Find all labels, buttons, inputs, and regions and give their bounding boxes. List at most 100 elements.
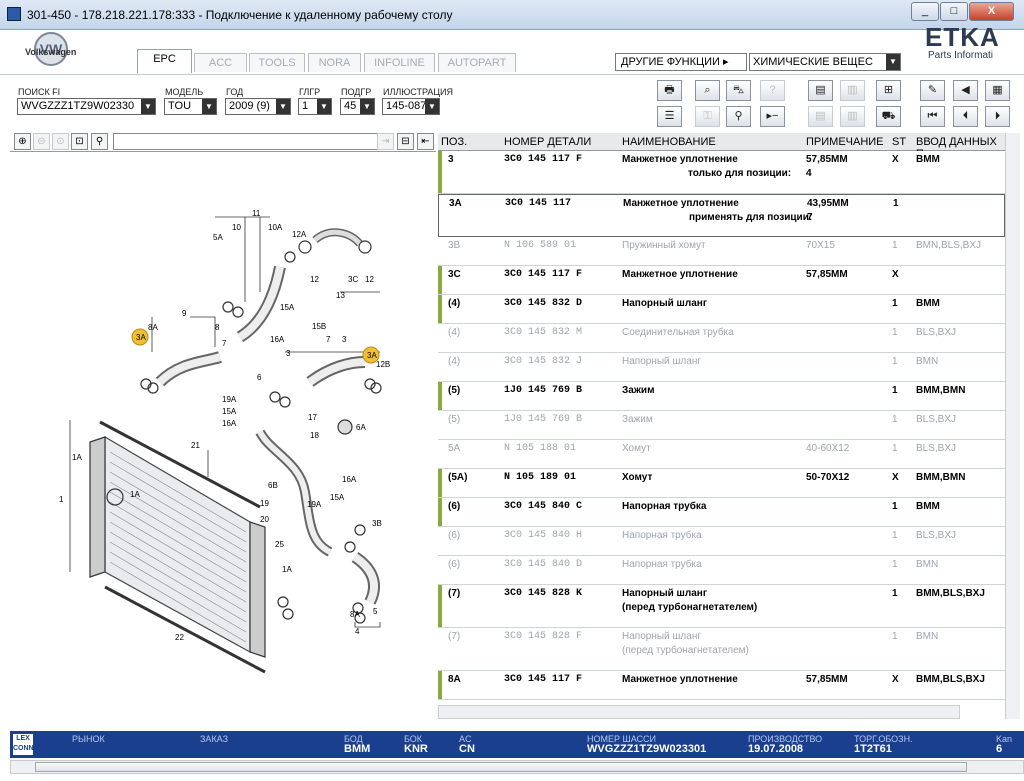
diagram-label[interactable]: 4 [355,627,360,636]
diagram-label[interactable]: 9 [182,309,187,318]
maximize-button[interactable]: □ [940,2,968,21]
other-functions-button[interactable]: ДРУГИЕ ФУНКЦИИ ▸ [615,53,747,71]
diagram-callout[interactable]: 3A [136,333,146,342]
tab-autopart[interactable]: AUTOPART [438,53,516,72]
diagram-label[interactable]: 18 [310,431,319,440]
table-row[interactable]: 8A 3C0 145 117 F Манжетное уплотнение 57,85… [438,671,1005,700]
table-row[interactable]: (5) 1J0 145 769 B Зажим 1 BMM,BMN [438,382,1005,411]
illustration-select[interactable]: 145-087 ▼ [382,98,440,115]
diagram-label[interactable]: 3C [348,275,358,284]
table-row[interactable]: (6) 3C0 145 840 C Напорная трубка 1 BMM [438,498,1005,527]
diagram-label[interactable]: 8A [350,610,360,619]
year-select[interactable]: 2009 (9) ▼ [225,98,291,115]
pin-icon[interactable]: ✎ [920,80,945,101]
diagram-label[interactable]: 6B [268,481,278,490]
col-st[interactable]: ST [892,136,906,148]
diagram-label[interactable]: 1A [282,565,292,574]
car-icon[interactable]: ⛍ [726,80,751,101]
back-icon[interactable]: ◀ [953,80,978,101]
diagram-label[interactable]: 11 [252,209,261,218]
table-row[interactable]: (6) 3C0 145 840 D Напорная трубка 1 BMN [438,556,1005,585]
diagram-pane[interactable]: 3A 3A 11 10 10A 12A 5A 12 3C 12 13 9 8 8… [10,151,436,731]
diagram-label[interactable]: 3 [342,335,347,344]
diagram-label[interactable]: 19 [260,499,269,508]
diagram-label[interactable]: 7 [222,339,227,348]
col-name[interactable]: НАИМЕНОВАНИЕ [622,136,716,148]
search-fi-select[interactable]: WVGZZZ1TZ9W02330 ▼ [17,98,156,115]
chevron-down-icon[interactable]: ▼ [360,99,374,114]
diagram-label[interactable]: 8A [148,323,158,332]
pane-left-icon[interactable]: ⇥ [377,133,394,150]
table-row[interactable]: (6) 3C0 145 840 H Напорная трубка 1 BLS,BXJ [438,527,1005,556]
help-icon[interactable]: ? [760,80,785,101]
prev-icon[interactable]: ⏴ [953,106,978,127]
tab-nora[interactable]: NORA [308,53,361,72]
diagram-label[interactable]: 12A [292,230,307,239]
tab-epc[interactable]: EPC [137,49,192,73]
elsa-icon[interactable]: ▤ [808,80,833,101]
diagram-label[interactable]: 15B [312,322,326,331]
diagram-label[interactable]: 22 [175,633,184,642]
tab-tools[interactable]: TOOLS [249,53,305,72]
bike-icon[interactable]: ⚲ [726,106,751,127]
pane-expand-icon[interactable]: ⇤ [417,133,434,150]
zoom-in-icon[interactable]: ⊕ [14,133,31,150]
diagram-label[interactable]: 12 [365,275,374,284]
table-row[interactable]: 3C 3C0 145 117 F Манжетное уплотнение 57,85… [438,266,1005,295]
info-icon[interactable]: ⊞ [876,80,901,101]
minimize-button[interactable]: _ [911,2,939,21]
diagram-label[interactable]: 12 [310,275,319,284]
sg-select[interactable]: 45 ▼ [340,98,375,115]
diagram-label[interactable]: 1 [59,495,64,504]
zoom-field[interactable] [113,133,378,150]
table-row[interactable]: (5) 1J0 145 769 B Зажим 1 BLS,BXJ [438,411,1005,440]
next-icon[interactable]: ⏵ [985,106,1010,127]
table-row[interactable]: (4) 3C0 145 832 M Соединительная трубка 1 BL… [438,324,1005,353]
magnifier-icon[interactable]: ⚲ [91,133,108,150]
bottom-scrollbar[interactable] [10,760,1024,774]
diagram-label[interactable]: 16A [222,419,237,428]
diagram-label[interactable]: 6A [356,423,366,432]
table-row[interactable]: (4) 3C0 145 832 D Напорный шланг 1 BMM [438,295,1005,324]
table-row[interactable]: (4) 3C0 145 832 J Напорный шланг 1 BMN [438,353,1005,382]
diagram-label[interactable]: 1A [130,490,140,499]
diagram-label[interactable]: 19A [307,500,322,509]
diagram-callout[interactable]: 3A [367,351,377,360]
tab-acc[interactable]: ACC [194,53,247,72]
col-pos[interactable]: ПОЗ. [441,136,467,148]
zoom-area-icon[interactable]: ⊡ [71,133,88,150]
zoom-fit-icon[interactable]: ⊙ [52,133,69,150]
diagram-label[interactable]: 5 [373,607,378,616]
table-row[interactable]: 3A 3C0 145 117 Манжетное уплотнение 43,95MM… [438,194,1005,237]
table-row[interactable]: 5A N 105 188 01 Хомут 40-60X12 1 BLS,BXJ [438,440,1005,469]
horizontal-scrollbar[interactable] [438,705,960,719]
depot-icon[interactable]: ▥ [840,80,865,101]
diagram-label[interactable]: 15A [222,407,237,416]
tab-infoline[interactable]: INFOLINE [364,53,435,72]
diagram-label[interactable]: 5A [213,233,223,242]
table-row[interactable]: 3B N 106 589 01 Пружинный хомут 70X15 1 BMN,B… [438,237,1005,266]
diagram-label[interactable]: 10 [232,223,241,232]
col-note[interactable]: ПРИМЕЧАНИЕ [806,136,884,148]
pane-split-icon[interactable]: ⊟ [397,133,414,150]
diagram-label[interactable]: 8 [215,323,220,332]
col-part-number[interactable]: НОМЕР ДЕТАЛИ [504,136,591,148]
cart-icon[interactable]: ⛟ [876,106,901,127]
diagram-label[interactable]: 3B [372,519,382,528]
diagram-label[interactable]: 17 [308,413,317,422]
chevron-down-icon[interactable]: ▼ [886,54,900,70]
diagram-label[interactable]: 1A [72,453,82,462]
diagram-label[interactable]: 6 [257,373,262,382]
diagram-label[interactable]: 19A [222,395,237,404]
depot2-icon[interactable]: ▥ [840,106,865,127]
table-row[interactable]: (5A) N 105 189 01 Хомут 50-70X12 X BMM,BMN [438,469,1005,498]
chevron-down-icon[interactable]: ▼ [141,99,155,114]
diagram-label[interactable]: 21 [191,441,200,450]
zoom-out-icon[interactable]: ⊖ [33,133,50,150]
table-row[interactable]: 3 3C0 145 117 F Манжетное уплотнение 57,85M… [438,151,1005,194]
scrollbar-thumb[interactable] [35,762,967,772]
play-minus-icon[interactable]: ▸− [760,106,785,127]
table-row[interactable]: (7) 3C0 145 828 F Напорный шланг 1 BMN (перед… [438,628,1005,671]
search-parts-icon[interactable]: ⌕ [695,80,720,101]
diagram-label[interactable]: 20 [260,515,269,524]
